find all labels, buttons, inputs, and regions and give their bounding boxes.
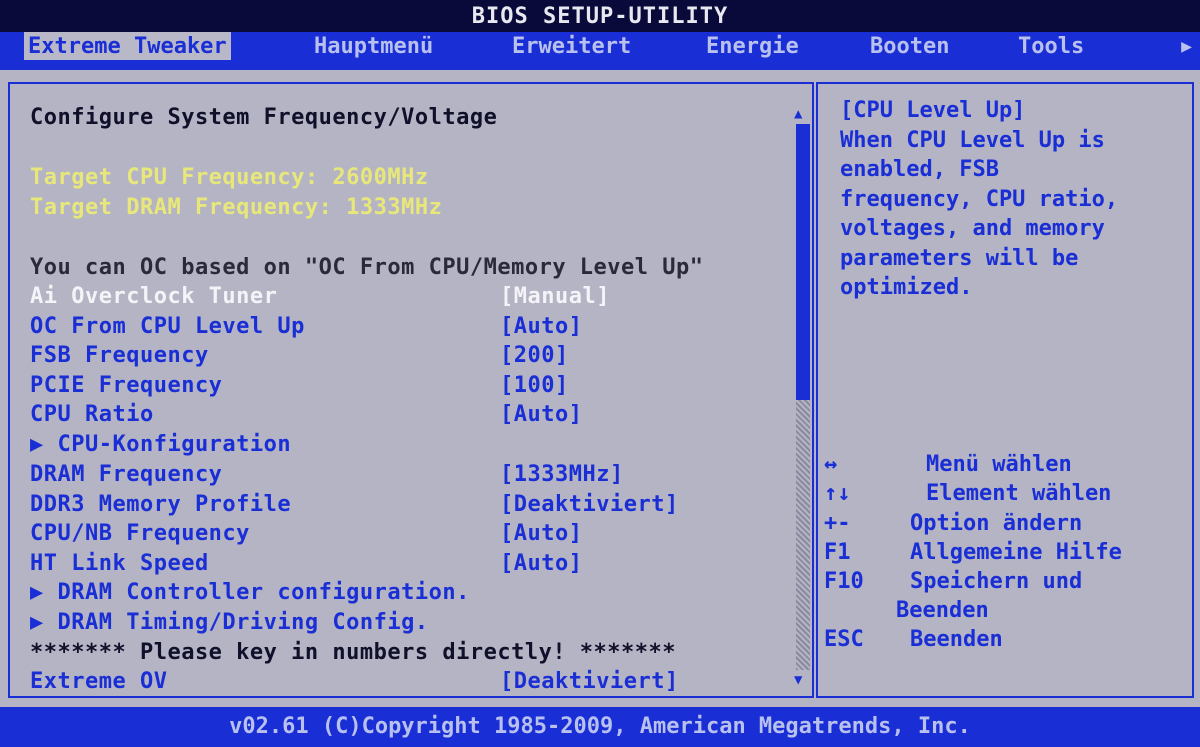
key-f10: F10 bbox=[824, 569, 864, 594]
value-ddr3-memory-profile[interactable]: [Deaktiviert] bbox=[500, 491, 679, 519]
key-plus-minus: +- bbox=[824, 511, 851, 536]
value-cpu-ratio[interactable]: [Auto] bbox=[500, 401, 582, 429]
value-dram-frequency[interactable]: [1333MHz] bbox=[500, 461, 624, 489]
tab-booten[interactable]: Booten bbox=[870, 32, 949, 62]
main-panel: Configure System Frequency/Voltage Targe… bbox=[0, 70, 1200, 707]
menu-bar: Extreme Tweaker Hauptmenü Erweitert Ener… bbox=[0, 32, 1200, 70]
scroll-up-arrow-icon[interactable]: ▲ bbox=[794, 106, 802, 122]
key-arrows-lr: ↔ bbox=[824, 452, 838, 477]
help-line: [CPU Level Up] bbox=[840, 98, 1026, 123]
key-f1: F1 bbox=[824, 540, 851, 565]
submenu-cpu-konfiguration[interactable]: ▶ CPU-Konfiguration bbox=[30, 431, 291, 459]
key-in-numbers-note: ******* Please key in numbers directly! … bbox=[30, 640, 677, 665]
setting-fsb-frequency[interactable]: FSB Frequency bbox=[30, 342, 209, 370]
help-line: parameters will be bbox=[840, 246, 1079, 271]
help-pane: [CPU Level Up] When CPU Level Up is enab… bbox=[816, 82, 1194, 698]
setting-ddr3-memory-profile[interactable]: DDR3 Memory Profile bbox=[30, 491, 291, 519]
key-desc: Allgemeine Hilfe bbox=[910, 540, 1122, 565]
setting-pcie-frequency[interactable]: PCIE Frequency bbox=[30, 372, 222, 400]
value-ht-link-speed[interactable]: [Auto] bbox=[500, 550, 582, 578]
copyright-footer: v02.61 (C)Copyright 1985-2009, American … bbox=[0, 707, 1200, 747]
help-line: voltages, and memory bbox=[840, 216, 1105, 241]
key-esc: ESC bbox=[824, 627, 864, 652]
value-oc-from-cpu-level-up[interactable]: [Auto] bbox=[500, 313, 582, 341]
setting-cpu-ratio[interactable]: CPU Ratio bbox=[30, 401, 154, 429]
key-desc: Beenden bbox=[910, 627, 1003, 652]
scroll-down-arrow-icon[interactable]: ▼ bbox=[794, 672, 802, 688]
setting-cpu-nb-frequency[interactable]: CPU/NB Frequency bbox=[30, 520, 250, 548]
key-desc: Element wählen bbox=[926, 481, 1112, 506]
value-ai-overclock-tuner[interactable]: [Manual] bbox=[500, 283, 610, 311]
key-desc: Option ändern bbox=[910, 511, 1083, 536]
oc-note: You can OC based on "OC From CPU/Memory … bbox=[30, 255, 704, 280]
help-line: When CPU Level Up is bbox=[840, 128, 1105, 153]
help-line: frequency, CPU ratio, bbox=[840, 187, 1119, 212]
settings-pane: Configure System Frequency/Voltage Targe… bbox=[8, 82, 814, 698]
scrollbar-thumb[interactable] bbox=[796, 124, 810, 400]
value-cpu-nb-frequency[interactable]: [Auto] bbox=[500, 520, 582, 548]
submenu-dram-timing-driving-config[interactable]: ▶ DRAM Timing/Driving Config. bbox=[30, 609, 429, 637]
submenu-dram-controller-configuration[interactable]: ▶ DRAM Controller configuration. bbox=[30, 579, 470, 607]
window-title: BIOS SETUP-UTILITY bbox=[0, 0, 1200, 32]
tab-erweitert[interactable]: Erweitert bbox=[512, 32, 631, 62]
value-extreme-ov[interactable]: [Deaktiviert] bbox=[500, 668, 679, 696]
target-cpu-frequency: Target CPU Frequency: 2600MHz bbox=[30, 165, 429, 190]
tab-extreme-tweaker[interactable]: Extreme Tweaker bbox=[24, 32, 231, 60]
value-pcie-frequency[interactable]: [100] bbox=[500, 372, 569, 400]
setting-dram-frequency[interactable]: DRAM Frequency bbox=[30, 461, 222, 489]
setting-oc-from-cpu-level-up[interactable]: OC From CPU Level Up bbox=[30, 313, 305, 341]
right-triangle-icon[interactable]: ▶ bbox=[1181, 36, 1192, 57]
help-line: optimized. bbox=[840, 275, 973, 300]
setting-ai-overclock-tuner[interactable]: Ai Overclock Tuner bbox=[30, 283, 277, 311]
setting-ht-link-speed[interactable]: HT Link Speed bbox=[30, 550, 209, 578]
key-arrows-ud: ↑↓ bbox=[824, 481, 851, 506]
page-title: Configure System Frequency/Voltage bbox=[30, 105, 498, 130]
key-desc: Menü wählen bbox=[926, 452, 1072, 477]
setting-extreme-ov[interactable]: Extreme OV bbox=[30, 668, 167, 696]
help-line: enabled, FSB bbox=[840, 157, 999, 182]
key-desc: Beenden bbox=[896, 598, 989, 623]
tab-hauptmenu[interactable]: Hauptmenü bbox=[314, 32, 433, 62]
target-dram-frequency: Target DRAM Frequency: 1333MHz bbox=[30, 195, 443, 220]
key-desc: Speichern und bbox=[910, 569, 1083, 594]
tab-energie[interactable]: Energie bbox=[706, 32, 799, 62]
value-fsb-frequency[interactable]: [200] bbox=[500, 342, 569, 370]
tab-tools[interactable]: Tools bbox=[1018, 32, 1084, 62]
